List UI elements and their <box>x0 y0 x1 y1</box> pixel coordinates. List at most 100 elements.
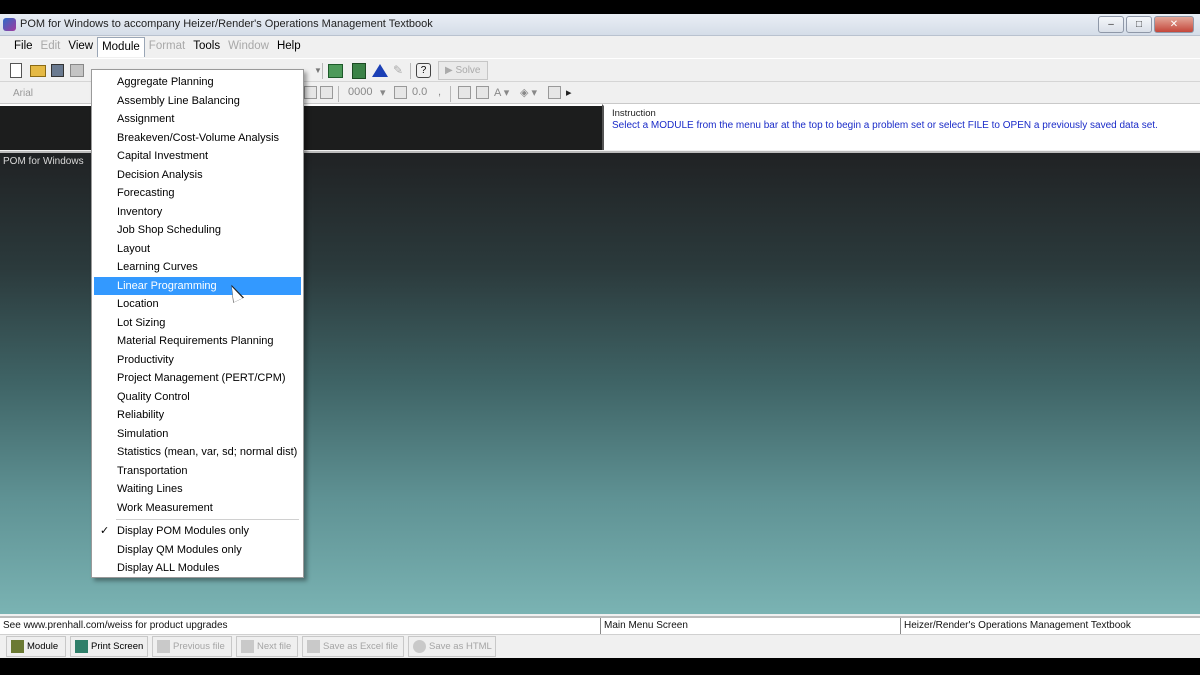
status-textbook: Heizer/Render's Operations Management Te… <box>904 620 1131 631</box>
menu-file[interactable]: File <box>10 37 37 57</box>
menu-separator <box>116 519 299 520</box>
menu-format[interactable]: Format <box>145 37 189 57</box>
toolbar-separator <box>338 86 339 102</box>
workspace-label: POM for Windows <box>3 156 84 167</box>
menu-item-location[interactable]: Location <box>94 295 301 313</box>
print-screen-button[interactable]: Print Screen <box>70 636 148 657</box>
borders-icon[interactable] <box>548 86 561 99</box>
align-center-icon[interactable] <box>304 86 317 99</box>
solve-button[interactable]: ▶ Solve <box>438 61 488 80</box>
next-file-icon <box>241 640 254 653</box>
calculator-icon[interactable] <box>352 63 366 79</box>
excel-icon <box>307 640 320 653</box>
print-icon[interactable] <box>70 64 84 77</box>
save-excel-button[interactable]: Save as Excel file <box>302 636 404 657</box>
minimize-button[interactable]: – <box>1098 16 1124 33</box>
menu-item-assembly-line-balancing[interactable]: Assembly Line Balancing <box>94 92 301 110</box>
number-format-select[interactable]: 0000 <box>348 86 372 98</box>
menu-item-assignment[interactable]: Assignment <box>94 110 301 128</box>
close-button[interactable]: ✕ <box>1154 16 1194 33</box>
module-button-label: Module <box>27 641 59 652</box>
menu-window[interactable]: Window <box>224 37 273 57</box>
menu-item-job-shop-scheduling[interactable]: Job Shop Scheduling <box>94 221 301 239</box>
menu-item-statistics[interactable]: Statistics (mean, var, sd; normal dist) <box>94 443 301 461</box>
font-select[interactable]: Arial <box>10 85 90 102</box>
title-bar: POM for Windows to accompany Heizer/Rend… <box>0 14 1200 36</box>
font-icon[interactable] <box>458 86 471 99</box>
menu-item-waiting-lines[interactable]: Waiting Lines <box>94 480 301 498</box>
triangle-icon[interactable] <box>372 64 388 77</box>
menu-tools[interactable]: Tools <box>189 37 224 57</box>
menu-help[interactable]: Help <box>273 37 305 57</box>
new-file-icon[interactable] <box>10 63 22 78</box>
comma-icon[interactable]: , <box>438 86 441 98</box>
columns-icon[interactable] <box>476 86 489 99</box>
save-html-button[interactable]: Save as HTML <box>408 636 496 657</box>
save-disk-icon[interactable] <box>51 64 64 77</box>
instruction-label: Instruction <box>612 108 656 119</box>
number-format-arrow-icon[interactable]: ▾ <box>380 86 386 99</box>
maximize-button[interactable]: □ <box>1126 16 1152 33</box>
toolbar-separator <box>322 63 323 79</box>
menu-edit[interactable]: Edit <box>37 37 65 57</box>
pen-icon: ✎ <box>393 63 404 77</box>
save-excel-label: Save as Excel file <box>323 641 398 652</box>
html-globe-icon <box>413 640 426 653</box>
video-letterbox-top <box>0 0 1200 14</box>
next-file-button[interactable]: Next file <box>236 636 298 657</box>
menu-item-inventory[interactable]: Inventory <box>94 203 301 221</box>
fill-color-icon[interactable]: ◈ ▾ <box>520 86 537 99</box>
print-screen-label: Print Screen <box>91 641 144 652</box>
menu-module[interactable]: Module <box>97 37 145 57</box>
solve-label: Solve <box>455 65 481 76</box>
menu-item-lot-sizing[interactable]: Lot Sizing <box>94 314 301 332</box>
menu-item-transportation[interactable]: Transportation <box>94 462 301 480</box>
menu-item-display-qm-only[interactable]: Display QM Modules only <box>94 541 301 559</box>
menu-item-mrp[interactable]: Material Requirements Planning <box>94 332 301 350</box>
checkmark-icon: ✓ <box>100 525 110 537</box>
status-screen-name: Main Menu Screen <box>604 620 688 631</box>
open-folder-icon[interactable] <box>30 65 46 77</box>
status-bar: See www.prenhall.com/weiss for product u… <box>0 616 1200 636</box>
previous-file-button[interactable]: Previous file <box>152 636 232 657</box>
menu-view[interactable]: View <box>64 37 97 57</box>
menu-item-display-pom-only[interactable]: ✓ Display POM Modules only <box>94 522 301 540</box>
table-icon[interactable] <box>328 64 343 78</box>
menu-item-productivity[interactable]: Productivity <box>94 351 301 369</box>
menu-item-aggregate-planning[interactable]: Aggregate Planning <box>94 73 301 91</box>
menu-item-forecasting[interactable]: Forecasting <box>94 184 301 202</box>
menu-bar: File Edit View Module Format Tools Windo… <box>0 37 1200 57</box>
dropdown-arrow-icon[interactable]: ▼ <box>314 66 322 75</box>
decrease-decimal-icon[interactable] <box>394 86 407 99</box>
help-icon[interactable]: ? <box>416 63 431 78</box>
menu-item-capital-investment[interactable]: Capital Investment <box>94 147 301 165</box>
toolbar-separator <box>450 86 451 102</box>
toolbar-separator <box>410 63 411 79</box>
instruction-text: Select a MODULE from the menu bar at the… <box>612 120 1158 131</box>
menu-item-display-all[interactable]: Display ALL Modules <box>94 559 301 577</box>
menu-item-layout[interactable]: Layout <box>94 240 301 258</box>
display-pom-label: Display POM Modules only <box>117 525 250 537</box>
decimal-format-select[interactable]: 0.0 <box>412 86 427 98</box>
instruction-panel: Instruction Select a MODULE from the men… <box>602 104 1200 150</box>
menu-item-learning-curves[interactable]: Learning Curves <box>94 258 301 276</box>
app-logo-icon <box>3 18 16 31</box>
more-icon[interactable]: ▸ <box>566 86 572 99</box>
app-window: POM for Windows to accompany Heizer/Rend… <box>0 14 1200 658</box>
module-button[interactable]: Module <box>6 636 66 657</box>
previous-file-icon <box>157 640 170 653</box>
menu-item-project-management[interactable]: Project Management (PERT/CPM) <box>94 369 301 387</box>
module-icon <box>11 640 24 653</box>
menu-item-breakeven[interactable]: Breakeven/Cost-Volume Analysis <box>94 129 301 147</box>
menu-item-simulation[interactable]: Simulation <box>94 425 301 443</box>
menu-item-linear-programming[interactable]: Linear Programming <box>94 276 301 295</box>
menu-item-work-measurement[interactable]: Work Measurement <box>94 499 301 517</box>
menu-item-quality-control[interactable]: Quality Control <box>94 388 301 406</box>
menu-item-reliability[interactable]: Reliability <box>94 406 301 424</box>
text-color-icon[interactable]: A ▾ <box>494 86 509 99</box>
menu-item-decision-analysis[interactable]: Decision Analysis <box>94 166 301 184</box>
print-screen-icon <box>75 640 88 653</box>
align-right-icon[interactable] <box>320 86 333 99</box>
bottom-button-bar: Module Print Screen Previous file Next f… <box>0 634 1200 658</box>
status-upgrade-text: See www.prenhall.com/weiss for product u… <box>3 620 228 631</box>
